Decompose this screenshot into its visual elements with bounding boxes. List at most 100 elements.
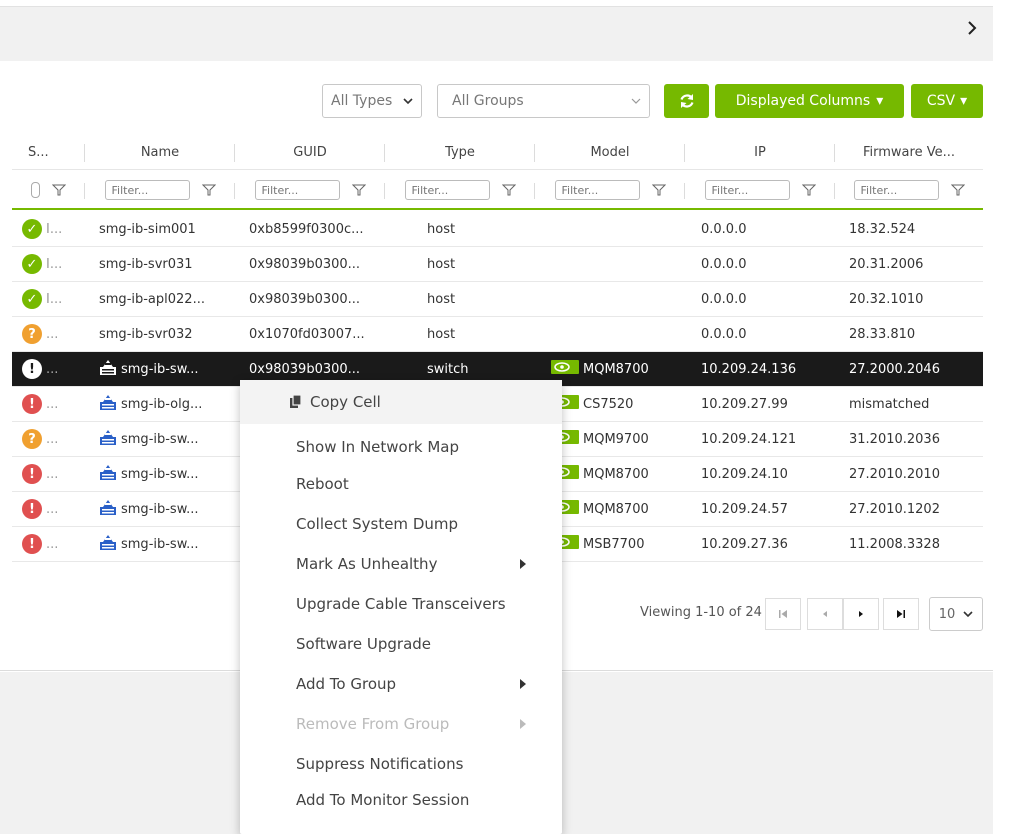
groups-select[interactable]: All Groups — [437, 84, 650, 118]
context-menu-item[interactable]: Mark As Unhealthy — [296, 554, 546, 574]
refresh-button[interactable] — [664, 84, 709, 118]
status-text: ... — [46, 501, 59, 517]
column-header-guid[interactable]: GUID — [235, 136, 385, 169]
type-filter-input[interactable] — [404, 180, 490, 200]
context-menu-item[interactable]: Show In Network Map — [296, 437, 546, 457]
chevron-down-icon — [963, 611, 973, 618]
status-cell: !... — [12, 387, 85, 421]
column-header-status[interactable]: S... — [12, 136, 85, 169]
next-page-button[interactable] — [843, 598, 879, 630]
name-cell: smg-ib-sw... — [85, 492, 235, 526]
page-size-select[interactable]: 10 — [929, 597, 983, 631]
status-text: I... — [46, 291, 63, 307]
context-menu-item[interactable]: Add To Group — [296, 674, 546, 694]
status-cell: !... — [12, 457, 85, 491]
name-filter-input[interactable] — [104, 180, 190, 200]
context-menu-item-label: Collect System Dump — [296, 515, 459, 533]
refresh-icon — [679, 94, 694, 108]
device-name: smg-ib-sim001 — [99, 221, 196, 237]
column-header-name[interactable]: Name — [85, 136, 235, 169]
device-name: smg-ib-sw... — [121, 361, 199, 377]
status-text: I... — [46, 256, 63, 272]
column-header-firmware[interactable]: Firmware Ve... — [835, 136, 983, 169]
filter-icon[interactable] — [351, 184, 366, 196]
status-cell: ?... — [12, 422, 85, 456]
firmware-cell: 28.33.810 — [849, 326, 916, 342]
column-header-model[interactable]: Model — [535, 136, 685, 169]
prev-page-button[interactable] — [807, 598, 843, 630]
last-page-button[interactable] — [883, 598, 919, 630]
context-menu-item[interactable]: Upgrade Cable Transceivers — [296, 594, 546, 614]
status-filter[interactable] — [12, 172, 85, 208]
name-cell: smg-ib-apl022... — [85, 282, 235, 316]
switch-icon — [99, 428, 117, 450]
status-filter-toggle[interactable] — [31, 182, 40, 198]
firmware-cell: 31.2010.2036 — [849, 431, 940, 447]
context-menu-item-label: Remove From Group — [296, 715, 450, 733]
model-filter-input[interactable] — [554, 180, 640, 200]
switch-icon — [99, 533, 117, 555]
column-header-type[interactable]: Type — [385, 136, 535, 169]
guid-filter-input[interactable] — [254, 180, 340, 200]
column-header-ip[interactable]: IP — [685, 136, 835, 169]
guid-cell: 0xb8599f0300c... — [249, 221, 364, 237]
filter-icon[interactable] — [201, 184, 216, 196]
status-warn-icon: ? — [22, 324, 42, 344]
context-menu-item[interactable]: Collect System Dump — [296, 514, 546, 534]
table-row[interactable]: ✓ I... smg-ib-apl022... 0x98039b0300... host… — [12, 282, 983, 317]
ip-filter-input[interactable] — [704, 180, 790, 200]
csv-button[interactable]: CSV ▾ — [911, 84, 983, 118]
status-cell: !... — [12, 527, 85, 561]
firmware-cell: mismatched — [849, 396, 930, 412]
context-menu-item[interactable]: Add To Monitor Session — [296, 790, 546, 810]
chevron-right-icon[interactable] — [962, 18, 982, 38]
chevron-down-icon — [403, 93, 413, 109]
filter-icon[interactable] — [651, 184, 666, 196]
ip-cell: 10.209.24.57 — [701, 501, 788, 517]
device-name: smg-ib-sw... — [121, 536, 199, 552]
filter-icon[interactable] — [801, 184, 816, 196]
ip-cell: 10.209.27.36 — [701, 536, 788, 552]
device-name: smg-ib-sw... — [121, 501, 199, 517]
firmware-cell: 20.31.2006 — [849, 256, 924, 272]
name-cell: smg-ib-sw... — [85, 527, 235, 561]
types-select[interactable]: All Types — [322, 84, 422, 118]
ip-cell: 10.209.24.136 — [701, 361, 797, 377]
ip-cell: 10.209.24.10 — [701, 466, 788, 482]
model-text: MQM8700 — [583, 361, 649, 377]
type-cell: host — [427, 291, 456, 307]
filter-icon[interactable] — [501, 184, 516, 196]
context-menu-item[interactable]: Software Upgrade — [296, 634, 546, 654]
copy-icon — [290, 394, 302, 408]
context-menu-item[interactable]: Suppress Notifications — [296, 754, 546, 774]
firmware-cell: 27.2000.2046 — [849, 361, 940, 377]
table-row[interactable]: ✓ I... smg-ib-svr031 0x98039b0300... host 0.0… — [12, 247, 983, 282]
status-cell: ✓ I... — [12, 282, 85, 316]
status-cell: !... — [12, 492, 85, 526]
status-error-icon: ! — [22, 534, 42, 554]
type-cell: host — [427, 256, 456, 272]
pagination-summary: Viewing 1-10 of 24 — [640, 605, 762, 620]
status-cell: ✓ I... — [12, 212, 85, 246]
filter-icon[interactable] — [950, 184, 965, 196]
table-row[interactable]: ?... smg-ib-svr032 0x1070fd03007... host 0.0… — [12, 317, 983, 352]
displayed-columns-button[interactable]: Displayed Columns ▾ — [715, 84, 904, 118]
firmware-filter-input[interactable] — [853, 180, 939, 200]
filter-icon[interactable] — [52, 184, 66, 196]
device-name: smg-ib-sw... — [121, 431, 199, 447]
copy-cell-item[interactable]: Copy Cell — [240, 380, 562, 424]
firmware-cell: 11.2008.3328 — [849, 536, 940, 552]
context-menu-item[interactable]: Reboot — [296, 474, 546, 494]
types-select-value: All Types — [331, 93, 393, 109]
status-text: ... — [46, 536, 59, 552]
status-text: ... — [46, 326, 59, 342]
firmware-filter — [835, 172, 983, 208]
displayed-columns-label: Displayed Columns — [735, 93, 871, 109]
model-cell — [535, 317, 685, 351]
first-page-button[interactable] — [765, 598, 801, 630]
guid-cell: 0x1070fd03007... — [249, 326, 365, 342]
table-row[interactable]: ✓ I... smg-ib-sim001 0xb8599f0300c... host 0.… — [12, 212, 983, 247]
status-error-icon: ! — [22, 499, 42, 519]
status-text: ... — [46, 466, 59, 482]
groups-select-value: All Groups — [452, 93, 524, 109]
